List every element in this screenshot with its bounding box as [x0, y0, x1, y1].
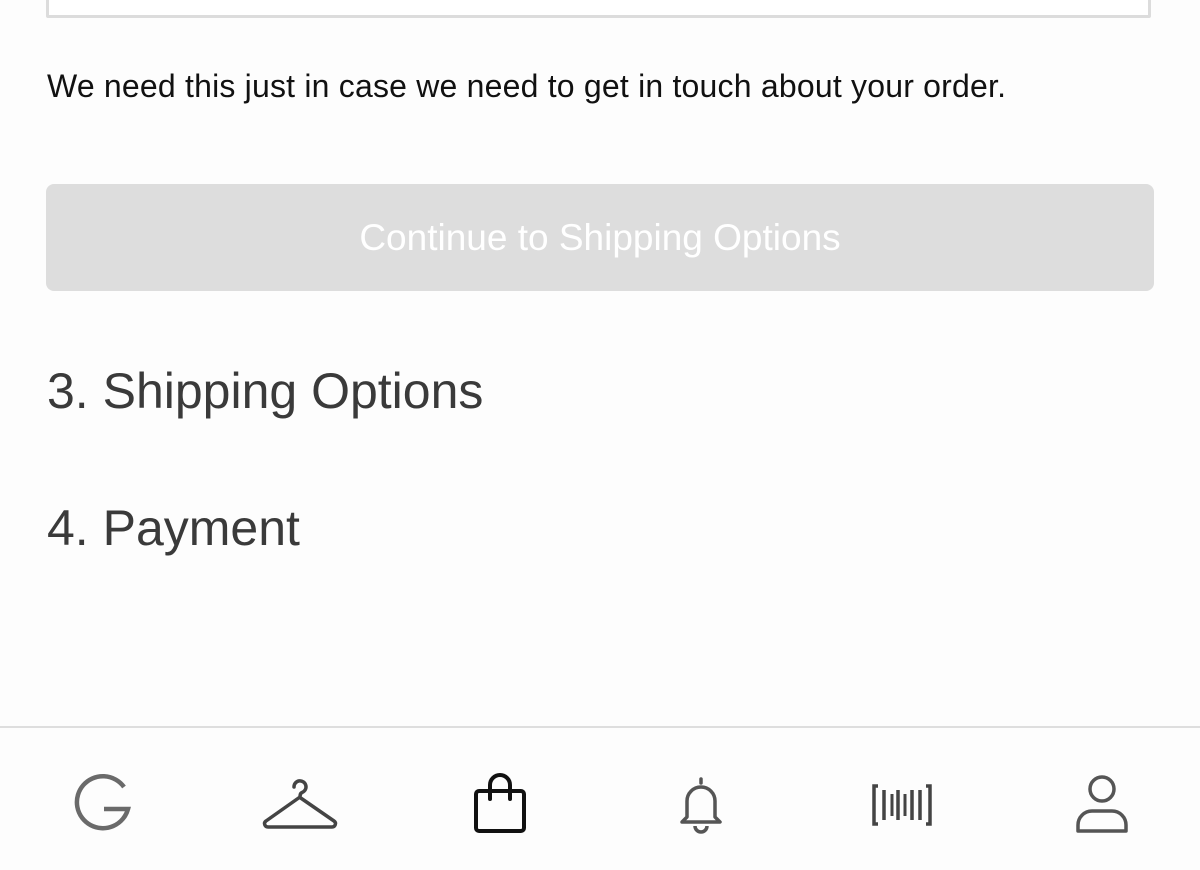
tab-home[interactable]	[57, 760, 147, 850]
tab-shop[interactable]	[255, 760, 345, 850]
user-icon	[1076, 775, 1128, 833]
checkout-page: We need this just in case we need to get…	[0, 0, 1200, 870]
tab-account[interactable]	[1057, 760, 1147, 850]
g-logo-icon	[74, 773, 131, 831]
bell-icon	[680, 777, 722, 834]
bottom-tab-bar	[0, 726, 1200, 870]
step-shipping-options-heading[interactable]: 3. Shipping Options	[47, 362, 483, 420]
barcode-icon	[872, 784, 932, 826]
tab-bag[interactable]	[455, 760, 545, 850]
phone-helper-text: We need this just in case we need to get…	[47, 68, 1007, 104]
continue-to-shipping-button[interactable]: Continue to Shipping Options	[46, 184, 1154, 291]
hanger-icon	[262, 779, 338, 829]
tab-notifications[interactable]	[656, 760, 746, 850]
step-payment-heading[interactable]: 4. Payment	[47, 499, 300, 557]
phone-input-field[interactable]	[46, 0, 1151, 18]
shopping-bag-icon	[474, 773, 526, 833]
tab-scan[interactable]	[857, 760, 947, 850]
